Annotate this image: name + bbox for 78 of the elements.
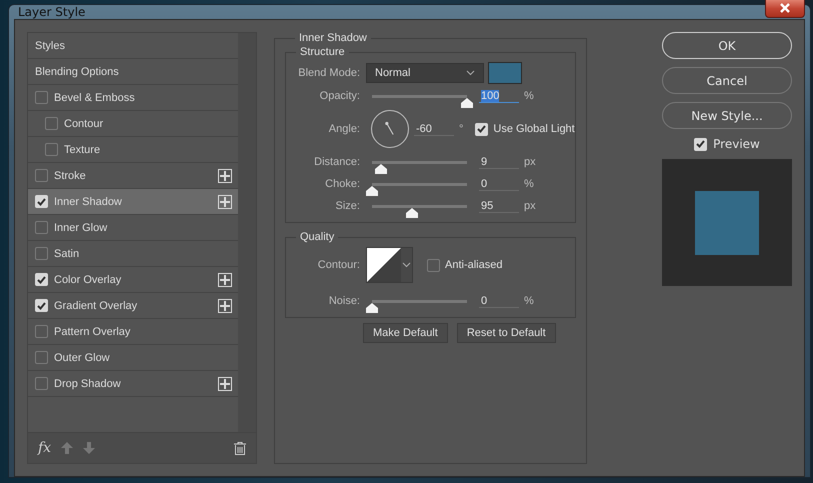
field-label: Size: [334,200,360,212]
item-label: Inner Glow [54,222,108,234]
item-label: Contour [64,118,104,130]
trash-icon[interactable] [234,442,246,454]
add-icon[interactable] [218,298,232,312]
default-button[interactable]: Reset to Default [456,323,556,343]
contour-curve-icon [367,248,401,282]
field-label: Opacity: [318,90,360,102]
unit-label: % [524,295,534,307]
checkbox[interactable] [35,247,48,260]
item-label: Drop Shadow [54,378,122,390]
slider-thumb[interactable] [461,98,473,108]
item-label: Outer Glow [54,352,111,364]
item-label: Satin [54,248,80,260]
close-button[interactable] [765,0,805,18]
fx-button[interactable]: fx [38,440,52,456]
unit-label: % [524,178,534,190]
group-title: Quality [299,231,336,243]
item-label: Texture [64,144,102,156]
item-label: Blending Options [35,66,120,78]
add-icon[interactable] [218,194,232,208]
checkbox-label: Use Global Light [493,123,575,135]
checkbox[interactable] [45,143,58,156]
item-label: Inner Shadow [54,196,123,208]
dialog-button[interactable]: Cancel [662,67,792,94]
checkbox[interactable] [45,117,58,130]
caret-icon [466,70,475,76]
dialog-button[interactable]: OK [662,32,792,59]
dialog-button[interactable]: New Style... [662,102,792,129]
checkbox[interactable] [35,221,48,234]
value-field[interactable]: 100 [479,90,519,102]
slider-thumb[interactable] [366,302,378,312]
item-label: Stroke [54,170,87,182]
item-label: Styles [35,40,66,52]
window-title: Layer Style [17,5,86,19]
field-label: Distance: [313,156,360,168]
angle-dial[interactable] [371,110,409,148]
close-icon [779,3,791,13]
unit-label: px [524,200,536,212]
field-label: Choke: [324,178,360,190]
value-field[interactable]: 0 [479,178,519,190]
move-up-icon[interactable] [61,442,74,454]
default-button[interactable]: Make Default [363,323,448,343]
checkbox[interactable] [35,325,48,338]
contour-picker[interactable] [366,247,413,283]
checkbox[interactable] [35,351,48,364]
unit-label: px [524,156,536,168]
item-label: Pattern Overlay [54,326,132,338]
caret-icon [402,262,411,268]
group-title: Inner Shadow [298,32,368,44]
item-label: Bevel & Emboss [54,92,136,104]
field-label: Contour: [316,259,360,271]
slider-thumb[interactable] [366,186,378,196]
value-field[interactable]: 95 [479,200,519,212]
add-icon[interactable] [218,272,232,286]
checkbox[interactable] [427,258,440,272]
field-label: Angle: [328,123,360,135]
checkbox-label: Anti-aliased [445,259,502,271]
blend-mode-dropdown[interactable]: Normal [366,63,484,83]
add-icon[interactable] [218,168,232,182]
value-field[interactable]: 0 [479,294,519,308]
checkbox[interactable] [35,169,48,182]
value-field[interactable]: 9 [479,156,519,168]
style-list-item[interactable]: Inner Shadow [28,189,238,215]
field-label: Noise: [328,295,360,307]
item-label: Gradient Overlay [54,300,138,312]
value-field[interactable]: -60 [414,122,454,136]
checkbox-label: Preview [713,137,760,151]
move-down-icon[interactable] [83,442,96,454]
field-label: Blend Mode: [297,67,360,79]
add-icon[interactable] [218,376,232,390]
group-title: Structure [299,46,346,58]
item-label: Color Overlay [54,274,122,286]
color-swatch[interactable] [488,62,522,84]
checkbox[interactable] [35,377,48,390]
unit-label: ° [459,123,464,135]
checkbox[interactable] [35,91,48,104]
unit-label: % [524,90,534,102]
